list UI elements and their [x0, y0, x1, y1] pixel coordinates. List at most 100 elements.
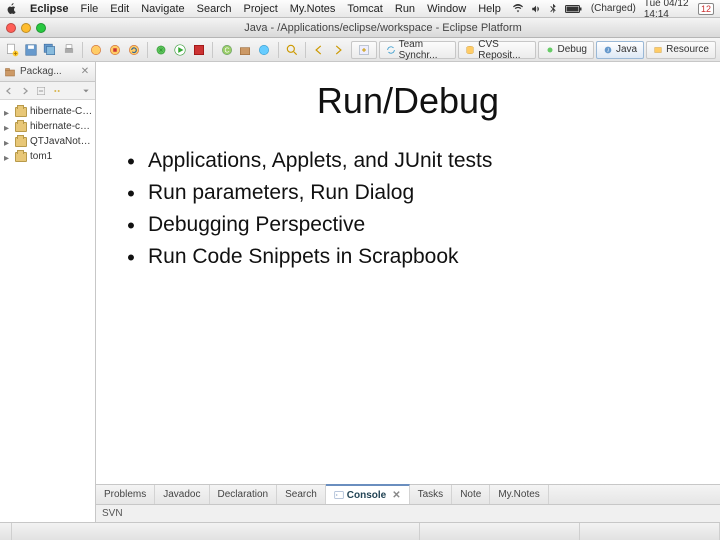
close-window-button[interactable] — [6, 23, 16, 33]
menu-tomcat[interactable]: Tomcat — [347, 3, 382, 15]
menu-edit[interactable]: Edit — [110, 3, 129, 15]
menu-help[interactable]: Help — [478, 3, 501, 15]
battery-status: (Charged) — [591, 3, 636, 14]
perspective-resource[interactable]: Resource — [646, 41, 716, 59]
tab-javadoc[interactable]: Javadoc — [155, 485, 209, 504]
bluetooth-icon[interactable] — [549, 4, 557, 14]
calendar-icon[interactable]: 12 — [698, 3, 714, 15]
svg-text:J: J — [607, 47, 609, 52]
tab-search[interactable]: Search — [277, 485, 326, 504]
tab-console[interactable]: Console✕ — [326, 484, 410, 504]
menu-project[interactable]: Project — [244, 3, 278, 15]
back-nav-icon[interactable] — [2, 84, 16, 98]
back-button[interactable] — [311, 41, 328, 59]
save-button[interactable] — [23, 41, 40, 59]
status-cell — [0, 523, 12, 540]
project-label: hibernate-Ch03 — [30, 106, 93, 117]
tab-declaration[interactable]: Declaration — [210, 485, 278, 504]
perspective-cvs[interactable]: CVS Reposit... — [458, 41, 535, 59]
wifi-icon[interactable] — [513, 4, 523, 14]
volume-icon[interactable] — [531, 4, 541, 14]
menu-mynotes[interactable]: My.Notes — [290, 3, 336, 15]
project-label: tom1 — [30, 151, 52, 162]
svn-bar: SVN — [96, 504, 720, 522]
perspective-java[interactable]: JJava — [596, 41, 644, 59]
status-bar — [0, 522, 720, 540]
expand-icon[interactable]: ▸ — [4, 153, 12, 161]
slide-content: Run/Debug Applications, Applets, and JUn… — [96, 62, 720, 484]
perspective-debug[interactable]: Debug — [538, 41, 594, 59]
tomcat-stop-icon[interactable] — [107, 41, 124, 59]
svg-text:C: C — [224, 47, 229, 54]
search-button[interactable] — [283, 41, 300, 59]
new-button[interactable] — [4, 41, 21, 59]
close-tab-icon[interactable]: ✕ — [392, 490, 400, 501]
expand-icon[interactable]: ▸ — [4, 138, 12, 146]
project-node[interactable]: ▸ hibernate-ch05 — [2, 119, 93, 134]
package-explorer-tab[interactable]: Packag... ✕ — [0, 62, 95, 82]
project-folder-icon — [15, 137, 27, 147]
new-package-button[interactable] — [237, 41, 254, 59]
apple-menu-icon[interactable] — [6, 3, 18, 15]
open-perspective-button[interactable] — [351, 41, 377, 59]
save-all-button[interactable] — [42, 41, 59, 59]
project-label: hibernate-ch05 — [30, 121, 93, 132]
tomcat-start-icon[interactable] — [88, 41, 105, 59]
slide-bullets: Applications, Applets, and JUnit tests R… — [114, 146, 702, 274]
menu-app[interactable]: Eclipse — [30, 3, 69, 15]
project-folder-icon — [15, 107, 27, 117]
resource-icon — [653, 45, 663, 55]
forward-nav-icon[interactable] — [18, 84, 32, 98]
project-label: QTJavaNotebook — [30, 136, 93, 147]
project-node[interactable]: ▸ QTJavaNotebook — [2, 134, 93, 149]
main-toolbar: C Team Synchr... CVS Reposit... Debug JJ… — [0, 38, 720, 62]
tab-note[interactable]: Note — [452, 485, 490, 504]
menu-search[interactable]: Search — [197, 3, 232, 15]
perspective-label: Team Synchr... — [399, 39, 450, 61]
slide-title: Run/Debug — [114, 80, 702, 122]
perspective-team-sync[interactable]: Team Synchr... — [379, 41, 457, 59]
perspective-label: Resource — [666, 44, 709, 55]
forward-button[interactable] — [330, 41, 347, 59]
print-button[interactable] — [60, 41, 77, 59]
menu-run[interactable]: Run — [395, 3, 415, 15]
status-cell — [420, 523, 580, 540]
traffic-lights — [6, 23, 46, 33]
workbench-body: Packag... ✕ ▸ hibernate-Ch03 ▸ hibernate… — [0, 62, 720, 522]
clock[interactable]: Tue 04/12 14:14 — [644, 0, 690, 20]
tab-tasks[interactable]: Tasks — [410, 485, 453, 504]
project-tree[interactable]: ▸ hibernate-Ch03 ▸ hibernate-ch05 ▸ QTJa… — [0, 100, 95, 522]
package-explorer-view: Packag... ✕ ▸ hibernate-Ch03 ▸ hibernate… — [0, 62, 96, 522]
expand-icon[interactable]: ▸ — [4, 123, 12, 131]
tomcat-restart-icon[interactable] — [125, 41, 142, 59]
menu-window[interactable]: Window — [427, 3, 466, 15]
open-type-button[interactable] — [256, 41, 273, 59]
menu-file[interactable]: File — [81, 3, 99, 15]
link-editor-icon[interactable] — [50, 84, 64, 98]
close-view-icon[interactable]: ✕ — [79, 66, 91, 78]
zoom-window-button[interactable] — [36, 23, 46, 33]
collapse-all-icon[interactable] — [34, 84, 48, 98]
view-menu-icon[interactable] — [79, 84, 93, 98]
bug-icon — [545, 45, 555, 55]
tab-mynotes[interactable]: My.Notes — [490, 485, 549, 504]
project-node[interactable]: ▸ hibernate-Ch03 — [2, 104, 93, 119]
project-node[interactable]: ▸ tom1 — [2, 149, 93, 164]
external-tools-button[interactable] — [191, 41, 208, 59]
tab-problems[interactable]: Problems — [96, 485, 155, 504]
expand-icon[interactable]: ▸ — [4, 108, 12, 116]
bullet-item: Run Code Snippets in Scrapbook — [124, 242, 702, 274]
menu-extras: (Charged) Tue 04/12 14:14 12 — [513, 0, 714, 20]
debug-button[interactable] — [153, 41, 170, 59]
console-icon — [334, 490, 344, 500]
battery-icon[interactable] — [565, 4, 583, 14]
minimize-window-button[interactable] — [21, 23, 31, 33]
view-title: Packag... — [20, 66, 62, 77]
perspective-switcher: Team Synchr... CVS Reposit... Debug JJav… — [351, 41, 716, 59]
project-folder-icon — [15, 152, 27, 162]
run-button[interactable] — [172, 41, 189, 59]
menu-navigate[interactable]: Navigate — [141, 3, 184, 15]
java-icon: J — [603, 45, 613, 55]
new-class-button[interactable]: C — [218, 41, 235, 59]
status-cell — [580, 523, 720, 540]
